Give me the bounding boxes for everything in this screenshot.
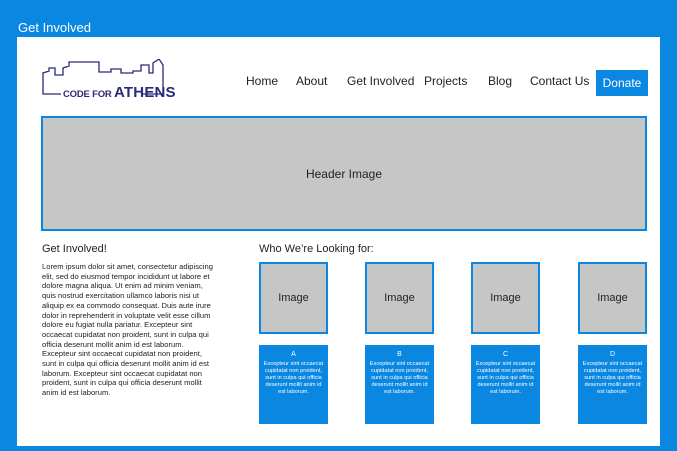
header-image: Header Image: [41, 116, 647, 231]
header-image-label: Header Image: [305, 166, 383, 181]
looking-for-heading: Who We’re Looking for:: [259, 243, 374, 255]
donate-button[interactable]: Donate: [596, 70, 648, 96]
nav-contact-us[interactable]: Contact Us: [530, 74, 589, 88]
role-image-c: Image: [471, 262, 540, 334]
image-label: Image: [490, 292, 521, 304]
role-card-a[interactable]: A Excepteur sint occaecat cupidatat non …: [259, 345, 328, 424]
role-card-text: Excepteur sint occaecat cupidatat non pr…: [263, 361, 324, 395]
role-image-d: Image: [578, 262, 647, 334]
main-nav: Home About Get Involved Projects Blog Co…: [17, 70, 660, 96]
role-card-letter: C: [502, 351, 509, 358]
page-canvas: CODE FOR ATHENS Home About Get Involved …: [17, 37, 660, 446]
image-label: Image: [597, 292, 628, 304]
intro-paragraph: Lorem ipsum dolor sit amet, consectetur …: [42, 262, 213, 398]
role-image-a: Image: [259, 262, 328, 334]
role-card-letter: D: [609, 351, 616, 358]
nav-home[interactable]: Home: [246, 74, 278, 88]
nav-blog[interactable]: Blog: [488, 74, 512, 88]
nav-get-involved[interactable]: Get Involved: [347, 74, 414, 88]
role-card-letter: B: [397, 351, 402, 358]
nav-about[interactable]: About: [296, 74, 327, 88]
role-card-b[interactable]: B Excepteur sint occaecat cupidatat non …: [365, 345, 434, 424]
role-card-letter: A: [291, 351, 296, 358]
role-card-text: Excepteur sint occaecat cupidatat non pr…: [582, 361, 643, 395]
intro-heading: Get Involved!: [42, 243, 107, 255]
role-card-c[interactable]: C Excepteur sint occaecat cupidatat non …: [471, 345, 540, 424]
image-label: Image: [278, 292, 309, 304]
role-image-b: Image: [365, 262, 434, 334]
role-card-text: Excepteur sint occaecat cupidatat non pr…: [369, 361, 430, 395]
image-label: Image: [384, 292, 415, 304]
role-card-d[interactable]: D Excepteur sint occaecat cupidatat non …: [578, 345, 647, 424]
nav-projects[interactable]: Projects: [424, 74, 467, 88]
window-title: Get Involved: [18, 20, 91, 35]
role-card-text: Excepteur sint occaecat cupidatat non pr…: [475, 361, 536, 395]
